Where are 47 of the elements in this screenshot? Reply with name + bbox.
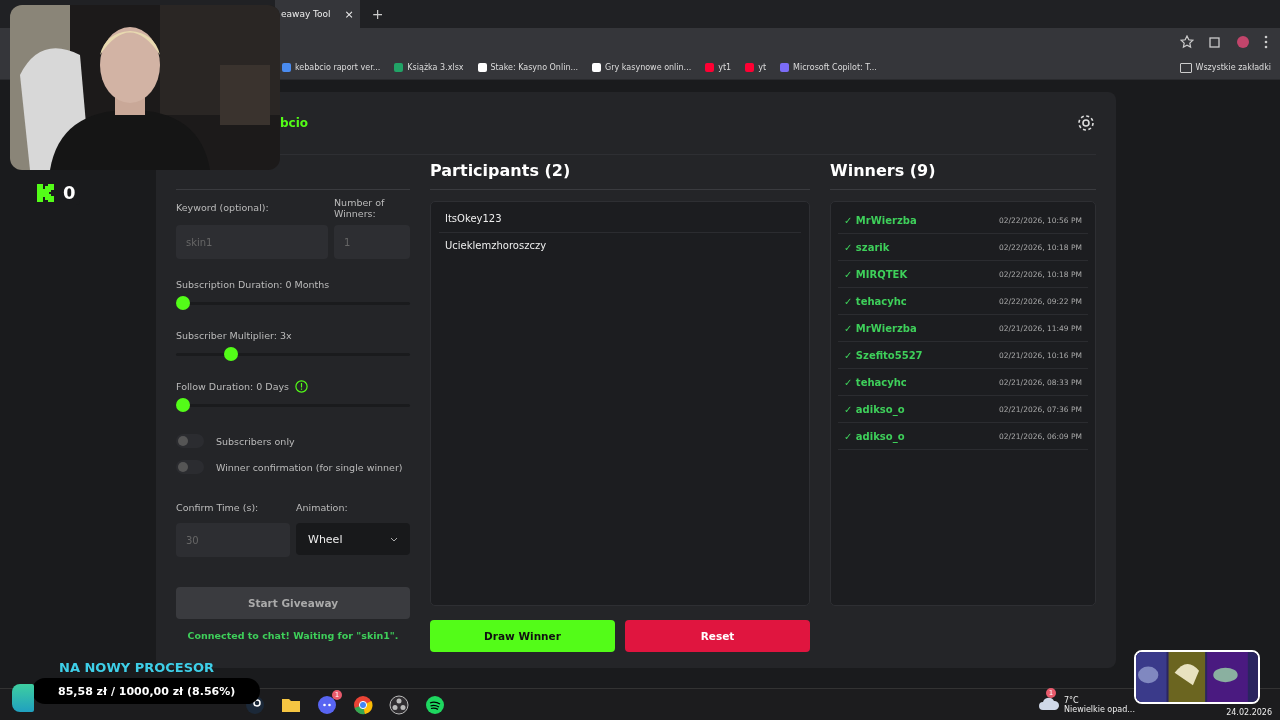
keyword-label: Keyword (optional): xyxy=(176,202,270,213)
winner-name: ✓ tehacyhc xyxy=(844,295,907,307)
browser-tab[interactable]: eaway Tool × xyxy=(275,0,360,28)
goal-bar: 85,58 zł / 1000,00 zł (8.56%) xyxy=(32,678,260,704)
bookmark[interactable]: Microsoft Copilot: T... xyxy=(780,63,877,72)
confirm-time-field[interactable]: 30 xyxy=(176,523,290,557)
draw-winner-button[interactable]: Draw Winner xyxy=(430,620,615,652)
confirm-time-label: Confirm Time (s): xyxy=(176,502,260,513)
winner-name: ✓ szarik xyxy=(844,241,890,253)
winner-name: ✓ MrWierzba xyxy=(844,214,917,226)
status-message: Connected to chat! Waiting for "skin1". xyxy=(186,630,400,641)
winner-name: ✓ adikso_o xyxy=(844,430,905,442)
bookmark[interactable]: Stake: Kasyno Onlin... xyxy=(477,63,579,72)
all-bookmarks[interactable]: Wszystkie zakładki xyxy=(1179,62,1271,73)
winner-name: ✓ tehacyhc xyxy=(844,376,907,388)
app-title: bcio xyxy=(280,116,309,130)
participant-item[interactable]: ItsOkey123 xyxy=(439,206,801,233)
bookmark[interactable]: Książka 3.xlsx xyxy=(394,63,464,72)
animation-dropdown[interactable]: Wheel xyxy=(296,523,410,555)
goal-title: NA NOWY PROCESOR xyxy=(59,660,216,675)
reset-button[interactable]: Reset xyxy=(625,620,810,652)
new-tab-button[interactable]: + xyxy=(371,6,384,22)
temperature: 7°C xyxy=(1064,696,1080,705)
participants-heading: Participants (2) xyxy=(430,155,810,190)
slider-label: Subscriber Multiplier: 3x xyxy=(176,329,292,341)
keyword-field[interactable]: skin1 xyxy=(176,225,328,259)
bookmark[interactable]: yt xyxy=(745,63,767,72)
start-giveaway-button[interactable]: Start Giveaway xyxy=(176,587,410,619)
slider-label: Subscription Duration: 0 Months xyxy=(176,278,330,290)
bookmark[interactable]: yt1 xyxy=(705,63,732,72)
bookmark[interactable]: Gry kasynowe onlin... xyxy=(592,63,692,72)
bookmark[interactable]: kebabcio raport ver... xyxy=(282,63,381,72)
participant-item[interactable]: Ucieklemzhoroszczy xyxy=(439,233,801,259)
date-text: 24.02.2026 xyxy=(1226,707,1272,717)
viewer-count: 0 xyxy=(63,182,76,203)
toggle-label: Winner confirmation (for single winner) xyxy=(216,461,403,473)
winners-count-label: Number of Winners: xyxy=(334,197,386,219)
winner-name: ✓ MrWierzba xyxy=(844,322,917,334)
winner-name: ✓ Szefito5527 xyxy=(844,349,923,361)
toggle-label: Subscribers only xyxy=(216,435,295,447)
winners-heading: Winners (9) xyxy=(830,155,1096,190)
weather-text: Niewielkie opad... xyxy=(1064,705,1135,714)
animation-label: Animation: xyxy=(296,502,349,513)
winner-name: ✓ adikso_o xyxy=(844,403,905,415)
winner-name: ✓ MIRQTEK xyxy=(844,268,908,280)
slider-label: Follow Duration: 0 Days xyxy=(176,380,290,392)
winners-count-field[interactable]: 1 xyxy=(334,225,410,259)
